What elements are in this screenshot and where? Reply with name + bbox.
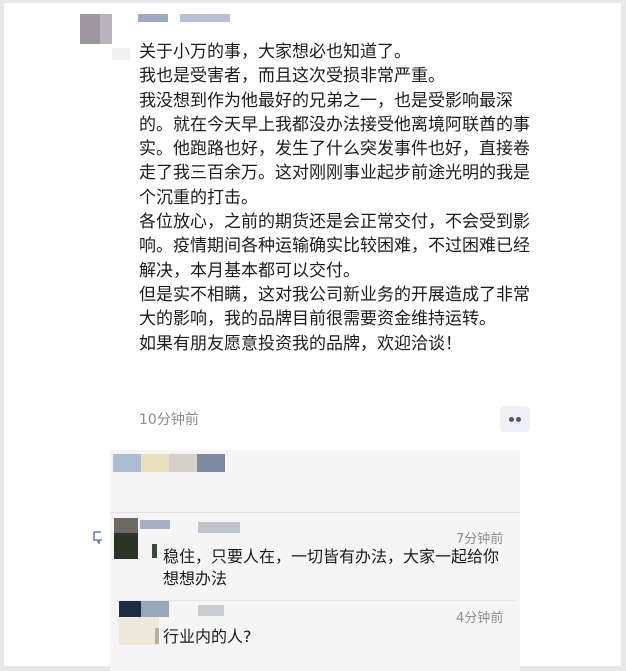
post-line: 我也是受害者，而且这次受损非常严重。	[139, 66, 445, 87]
comment-text[interactable]: 行业内的人?	[163, 626, 463, 648]
liker-avatar[interactable]	[113, 454, 141, 472]
commenter-avatar[interactable]	[119, 601, 141, 617]
liker-avatar[interactable]	[197, 454, 225, 472]
commenter-mark	[152, 544, 157, 558]
commenter-name[interactable]	[198, 605, 224, 616]
avatar-blur	[80, 14, 100, 44]
commenter-avatar[interactable]	[114, 518, 138, 533]
post-text: 关于小万的事，大家想必也知道了。 我也是受害者，而且这次受损非常严重。 我没想到…	[139, 40, 539, 356]
more-dots-icon	[516, 417, 521, 422]
more-dots-icon	[509, 417, 514, 422]
commenter-avatar-blur	[114, 533, 138, 559]
commenter-name[interactable]	[140, 520, 170, 529]
post-time: 10分钟前	[139, 412, 199, 428]
more-button[interactable]	[500, 406, 530, 432]
commenter-name-blur	[198, 522, 240, 533]
comment-time: 7分钟前	[456, 532, 504, 547]
commenter-avatar-blur	[141, 601, 169, 617]
comment-time: 4分钟前	[456, 611, 504, 626]
post-line: 关于小万的事，大家想必也知道了。	[139, 42, 411, 62]
commenter-mark	[155, 628, 159, 644]
liker-avatar[interactable]	[169, 454, 197, 472]
comment-icon	[93, 531, 102, 544]
post-line: 各位放心，之前的期货还是会正常交付，不会受到影响。疫情期间各种运输确实比较困难，…	[139, 212, 530, 281]
post-line: 我没想到作为他最好的兄弟之一，也是受影响最深的。就在今天早上我都没办法接受他离境…	[139, 90, 530, 208]
censor-block	[112, 48, 130, 60]
comment-text[interactable]: 稳住，只要人在，一切皆有办法，大家一起给你想想办法	[163, 546, 513, 590]
post-line: 如果有朋友愿意投资我的品牌，欢迎洽谈！	[139, 333, 462, 354]
comment-divider	[115, 600, 515, 601]
likes-divider	[110, 512, 520, 513]
post-line: 但是实不相瞒，这对我公司新业务的开展造成了非常大的影响，我的品牌目前很需要资金维…	[139, 284, 530, 330]
liker-avatar[interactable]	[141, 454, 169, 472]
likes-row	[110, 450, 520, 512]
poster-name[interactable]	[138, 14, 168, 22]
poster-name-blur	[180, 14, 230, 22]
commenter-avatar-blur	[119, 617, 159, 645]
